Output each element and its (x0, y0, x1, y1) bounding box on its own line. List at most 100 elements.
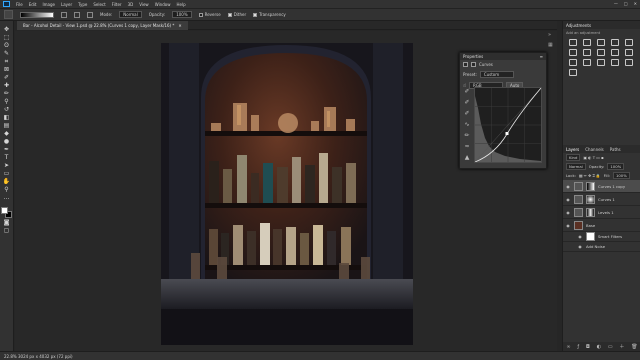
reverse-checkbox[interactable]: Reverse (198, 12, 221, 17)
lasso-tool-icon[interactable]: ʘ (2, 43, 11, 49)
threshold-icon[interactable] (611, 59, 619, 66)
minimize-button[interactable]: — (614, 1, 618, 6)
menu-edit[interactable]: Edit (29, 2, 37, 7)
zoom-tool-icon[interactable]: ⚲ (2, 187, 11, 193)
new-layer-icon[interactable]: ＋ (619, 343, 624, 350)
transparency-checkbox[interactable]: Transparency (253, 12, 286, 17)
trash-icon[interactable]: 🗑 (631, 344, 637, 350)
pencil-tool-icon[interactable]: ✏ (463, 132, 471, 139)
menu-type[interactable]: Type (78, 2, 87, 7)
marquee-tool-icon[interactable]: ⬚ (2, 35, 11, 41)
menu-layer[interactable]: Layer (61, 2, 72, 7)
color-lookup-icon[interactable] (569, 59, 577, 66)
layer-row[interactable]: ◉ Levels 1 (563, 206, 640, 219)
photoshop-logo-icon[interactable] (3, 1, 10, 7)
gradient-map-icon[interactable] (625, 59, 633, 66)
mask-icon[interactable]: ◘ (586, 344, 590, 350)
exposure-icon[interactable] (611, 39, 619, 46)
document-tab[interactable]: Bar - Alcohol Detail - View 1.psd @ 22.8… (17, 21, 188, 30)
properties-header[interactable]: Properties ≡ (460, 53, 546, 60)
layer-name[interactable]: Levels 1 (598, 210, 614, 215)
tab-layers[interactable]: Layers (566, 147, 579, 152)
radial-gradient-icon[interactable] (74, 11, 80, 18)
mask-icon[interactable] (471, 62, 476, 67)
blend-mode-select[interactable]: Normal (566, 163, 586, 170)
filter-name[interactable]: Add Noise (586, 244, 605, 249)
layer-name[interactable]: Curves 1 (598, 197, 615, 202)
quick-mask-icon[interactable]: ◙ (2, 220, 11, 226)
menu-help[interactable]: Help (176, 2, 185, 7)
layer-mask-thumb[interactable] (586, 181, 595, 191)
adjust-icon[interactable]: ◐ (597, 344, 601, 350)
smart-filters-label[interactable]: Smart Filters (598, 234, 622, 239)
dither-checkbox[interactable]: Dither (227, 12, 246, 17)
move-tool-icon[interactable]: ✥ (2, 27, 11, 33)
visibility-eye-icon[interactable]: ◉ (565, 210, 571, 215)
mode-select[interactable]: Normal (119, 11, 142, 18)
opacity-input[interactable]: 100% (172, 11, 192, 18)
eraser-tool-icon[interactable]: ◧ (2, 115, 11, 121)
angle-gradient-icon[interactable] (87, 11, 93, 18)
tab-paths[interactable]: Paths (610, 147, 621, 152)
smart-filter-mask-thumb[interactable] (586, 232, 595, 241)
posterize-icon[interactable] (597, 59, 605, 66)
brightness-contrast-icon[interactable] (569, 39, 577, 46)
visibility-eye-icon[interactable]: ◉ (577, 234, 583, 239)
visibility-eye-icon[interactable]: ◉ (565, 223, 571, 228)
healing-tool-icon[interactable]: ✚ (2, 83, 11, 89)
close-window-button[interactable]: ✕ (634, 1, 637, 6)
photo-filter-icon[interactable] (611, 49, 619, 56)
color-balance-icon[interactable] (583, 49, 591, 56)
type-tool-icon[interactable]: T (2, 155, 11, 161)
menu-window[interactable]: Window (155, 2, 171, 7)
frame-tool-icon[interactable]: ⊠ (2, 67, 11, 73)
brush-tool-icon[interactable]: ✏ (2, 91, 11, 97)
layer-row[interactable]: ◉ Curves 1 (563, 193, 640, 206)
menu-select[interactable]: Select (93, 2, 105, 7)
hue-saturation-icon[interactable] (569, 49, 577, 56)
gradient-tool-icon-side[interactable]: ▤ (2, 123, 11, 129)
menu-filter[interactable]: Filter (112, 2, 122, 7)
clipping-warning-icon[interactable]: ▲ (463, 154, 471, 161)
visibility-eye-icon[interactable]: ◉ (565, 184, 571, 189)
eyedropper-tool-icon[interactable]: ✐ (2, 75, 11, 81)
filter-icons[interactable]: ▣ ◐ T ▭ ▪ (583, 155, 603, 160)
layer-row[interactable]: ◉ Curves 1 copy (563, 180, 640, 193)
visibility-eye-icon[interactable]: ◉ (565, 197, 571, 202)
menu-image[interactable]: Image (42, 2, 55, 7)
black-point-eyedropper-icon[interactable]: ✐ (463, 88, 471, 95)
curves-icon[interactable] (597, 39, 605, 46)
stamp-tool-icon[interactable]: ⚲ (2, 99, 11, 105)
layer-opacity-input[interactable]: 100% (607, 163, 625, 170)
layer-row[interactable]: ◉ Base (563, 219, 640, 232)
lock-icons[interactable]: ▦ ✏ ✥ ⌗ 🔒 (579, 173, 601, 178)
history-brush-icon[interactable]: ↺ (2, 107, 11, 113)
link-icon[interactable]: ∞ (566, 344, 570, 350)
smooth-icon[interactable]: ≈ (463, 143, 471, 150)
kind-filter-select[interactable]: Kind (566, 154, 581, 161)
gradient-tool-icon[interactable] (4, 10, 13, 19)
folder-icon[interactable]: ▭ (608, 344, 613, 350)
screen-mode-icon[interactable]: ▢ (2, 228, 11, 234)
crop-tool-icon[interactable]: ⌗ (2, 59, 11, 65)
curves-graph[interactable] (474, 87, 542, 163)
path-select-tool-icon[interactable]: ➤ (2, 163, 11, 169)
curve-point-tool-icon[interactable]: ∿ (463, 121, 471, 128)
smart-filters-row[interactable]: ◉ Smart Filters (563, 232, 640, 242)
menu-file[interactable]: File (16, 2, 23, 7)
levels-icon[interactable] (583, 39, 591, 46)
white-point-eyedropper-icon[interactable]: ✐ (463, 110, 471, 117)
shape-tool-icon[interactable]: ▭ (2, 171, 11, 177)
menu-view[interactable]: View (139, 2, 149, 7)
channel-mixer-icon[interactable] (625, 49, 633, 56)
more-tools-icon[interactable]: … (2, 195, 11, 201)
curves-adjust-icon[interactable] (463, 62, 468, 67)
panel-menu-icon[interactable]: ≡ (540, 54, 543, 59)
layer-name[interactable]: Curves 1 copy (598, 184, 625, 189)
layer-mask-thumb[interactable] (586, 207, 595, 217)
pen-tool-icon[interactable]: ✒ (2, 147, 11, 153)
history-panel-icon[interactable]: ▦ (548, 42, 557, 48)
visibility-eye-icon[interactable]: ◉ (577, 244, 583, 249)
dodge-tool-icon[interactable]: ● (2, 139, 11, 145)
fill-input[interactable]: 100% (612, 172, 630, 179)
